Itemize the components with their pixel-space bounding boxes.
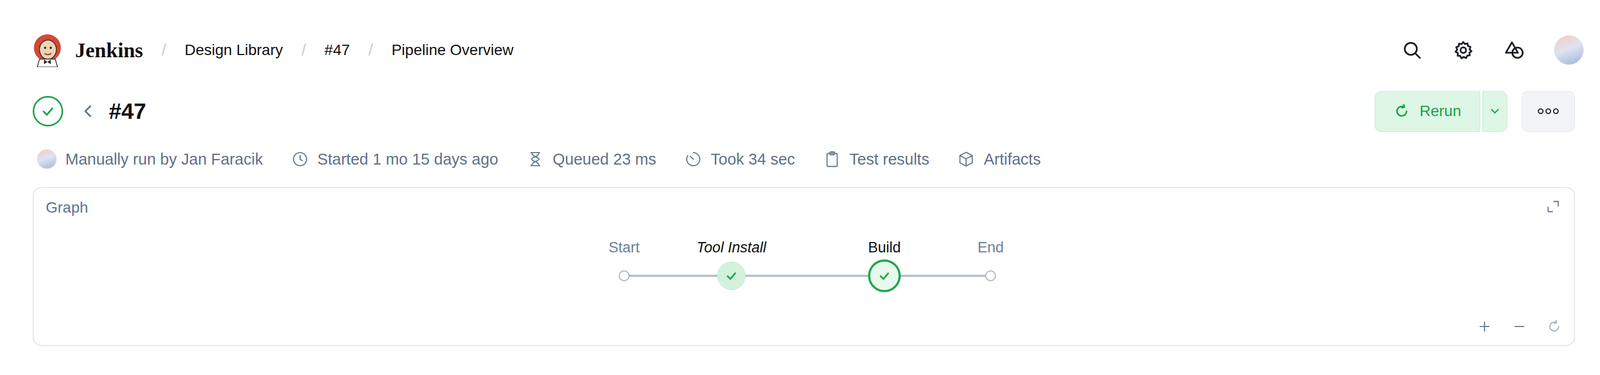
breadcrumb-item[interactable]: Pipeline Overview [391, 41, 514, 59]
gear-icon [1452, 39, 1474, 61]
hourglass-icon [526, 150, 545, 168]
stage-node[interactable] [985, 270, 997, 282]
search-icon [1401, 39, 1423, 61]
settings-button[interactable] [1451, 38, 1475, 62]
artifacts-detail[interactable]: Artifacts [957, 150, 1041, 169]
breadcrumbs: Jenkins / Design Library / #47 / Pipeline Over… [32, 33, 514, 67]
breadcrumb-separator: / [161, 40, 167, 60]
top-actions [1400, 35, 1584, 65]
plus-icon [1476, 318, 1493, 334]
zoom-controls [1475, 317, 1563, 335]
breadcrumb-separator: / [301, 40, 307, 60]
started-detail: Started 1 mo 15 days ago [291, 150, 499, 169]
user-avatar[interactable] [1554, 35, 1584, 65]
run-details: Manually run by Jan Faracik Started 1 mo … [32, 147, 1575, 172]
run-header: #47 Rerun [32, 87, 1575, 136]
breadcrumb-item[interactable]: Design Library [184, 41, 284, 59]
expand-icon [1545, 198, 1561, 215]
zoom-out-button[interactable] [1510, 317, 1529, 335]
clock-icon [291, 150, 309, 168]
symbols-button[interactable] [1503, 38, 1526, 62]
minus-icon [1511, 318, 1528, 334]
cube-icon [957, 150, 975, 168]
check-icon [723, 267, 740, 284]
stage-label: Build [868, 237, 901, 257]
stage-label: Start [608, 237, 640, 257]
stage-node[interactable] [868, 259, 901, 292]
top-bar: Jenkins / Design Library / #47 / Pipeline Over… [32, 21, 1575, 79]
more-icon [1536, 107, 1560, 115]
tests-detail[interactable]: Test results [823, 150, 930, 169]
run-title: #47 [108, 98, 146, 125]
duration-detail: Took 34 sec [684, 150, 796, 169]
back-button[interactable] [78, 101, 99, 121]
expand-button[interactable] [1544, 197, 1562, 216]
stage-node[interactable] [717, 261, 746, 290]
graph-title: Graph [45, 198, 89, 216]
pipeline-graph[interactable]: StartTool InstallBuildEnd [616, 226, 998, 335]
breadcrumb-item[interactable]: #47 [324, 41, 351, 59]
search-button[interactable] [1400, 38, 1424, 62]
rerun-dropdown-button[interactable] [1482, 90, 1508, 132]
graph-card: Graph Start Tool Install Build End [32, 186, 1575, 346]
reset-zoom-button[interactable] [1545, 317, 1563, 335]
graph-connectors [616, 226, 998, 335]
breadcrumb-separator: / [368, 40, 374, 60]
reset-icon [1546, 318, 1562, 334]
shapes-icon [1504, 39, 1525, 61]
chevron-down-icon [1488, 104, 1502, 118]
stage-node[interactable] [618, 270, 630, 282]
jenkins-home-link[interactable]: Jenkins [32, 33, 144, 67]
user-detail: Manually run by Jan Faracik [37, 149, 264, 169]
zoom-in-button[interactable] [1475, 317, 1494, 335]
stage-label: End [977, 237, 1004, 257]
timer-icon [684, 150, 702, 168]
queued-detail: Queued 23 ms [526, 150, 657, 169]
pipeline-overview-page: Jenkins / Design Library / #47 / Pipeline Over… [0, 21, 1600, 368]
connector [731, 274, 885, 277]
jenkins-logo-icon [32, 33, 63, 67]
clipboard-icon [823, 150, 841, 168]
rerun-split-button: Rerun [1374, 90, 1508, 132]
chevron-left-icon [79, 102, 97, 120]
connector [624, 274, 732, 277]
check-icon [876, 267, 893, 284]
run-status-icon [32, 95, 64, 127]
rerun-button[interactable]: Rerun [1374, 90, 1481, 132]
stage-label: Tool Install [696, 237, 767, 257]
more-actions-button[interactable] [1521, 90, 1575, 132]
refresh-icon [1393, 102, 1410, 120]
user-avatar-icon [37, 149, 57, 169]
